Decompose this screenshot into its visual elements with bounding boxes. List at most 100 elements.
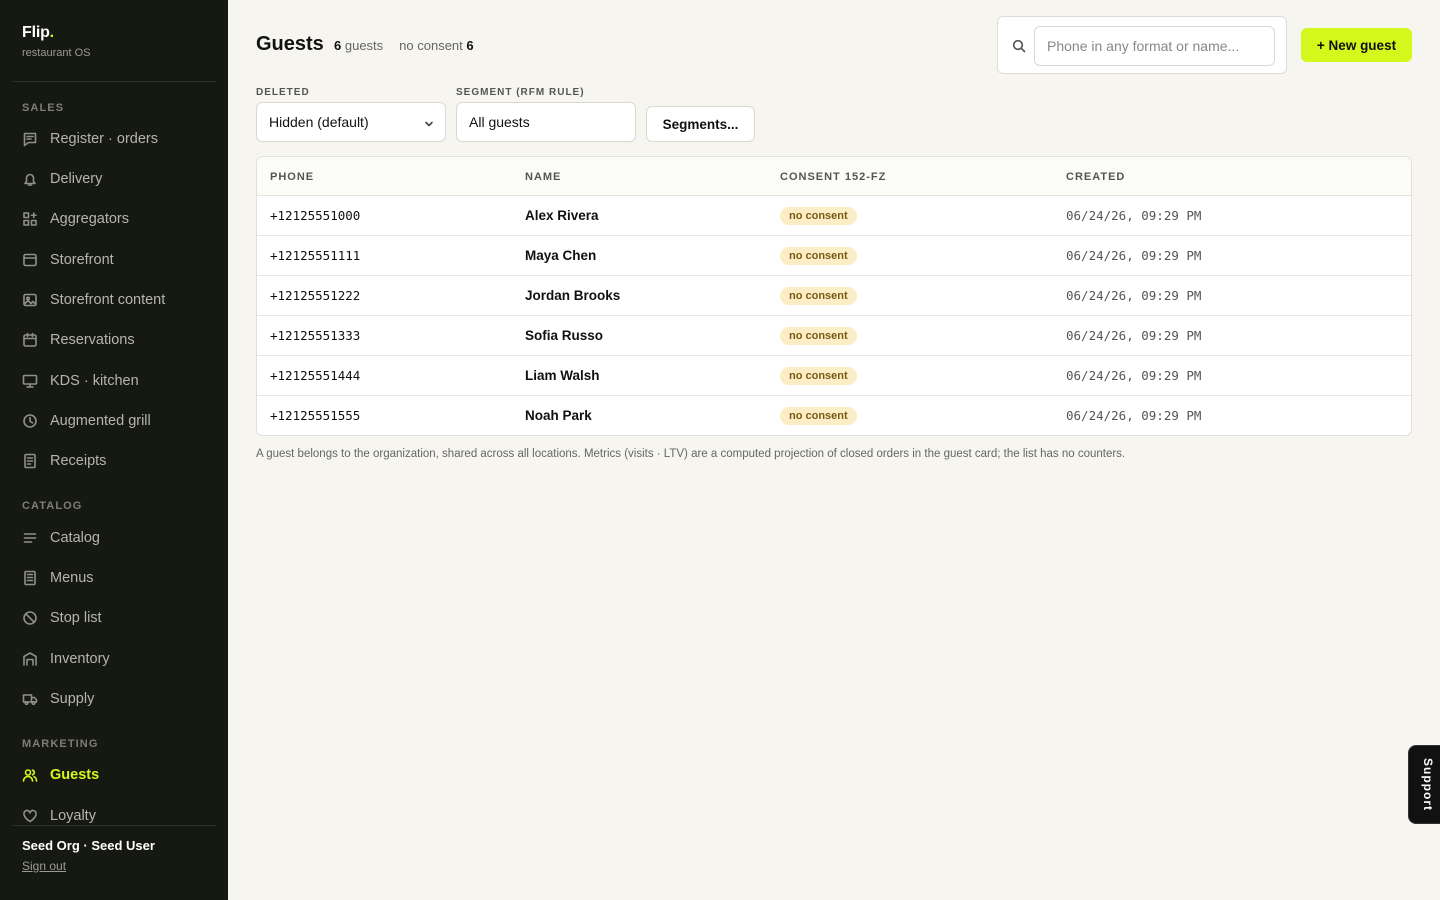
guest-name: Alex Rivera (525, 208, 599, 223)
brand-subtitle: restaurant OS (22, 47, 91, 59)
sidebar-item-label: Guests (50, 767, 100, 783)
guest-created: 06/24/26, 09:29 PM (1066, 248, 1202, 263)
sidebar-item-catalog[interactable]: Catalog (22, 526, 216, 550)
guest-count: 6 guests (334, 38, 384, 53)
clock-icon (22, 413, 38, 429)
sidebar-item-stop-list[interactable]: Stop list (22, 606, 216, 630)
table-row[interactable]: +12125551000 Alex Rivera no consent 06/2… (257, 196, 1411, 236)
sidebar-item-label: Inventory (50, 651, 110, 667)
sidebar-item-label: Augmented grill (50, 413, 151, 429)
bell-icon (22, 171, 38, 187)
sidebar-item-label: Stop list (50, 610, 102, 626)
guest-name: Noah Park (525, 408, 592, 423)
guest-name: Liam Walsh (525, 368, 600, 383)
guest-name: Sofia Russo (525, 328, 604, 343)
user-name: Seed Org · Seed User (22, 838, 155, 853)
segment-filter-value: All guests (469, 114, 530, 130)
page-title: Guests (256, 33, 324, 55)
sidebar-item-label: Supply (50, 691, 95, 707)
guest-phone: +12125551444 (270, 368, 361, 383)
guest-created: 06/24/26, 09:29 PM (1066, 288, 1202, 303)
window-icon (22, 252, 38, 268)
chevron-down-icon (423, 117, 435, 129)
brand: Flip. restaurant OS (22, 24, 90, 59)
sidebar-item-aggregators[interactable]: Aggregators (22, 207, 216, 231)
guest-phone: +12125551222 (270, 288, 361, 303)
sidebar-item-label: Storefront content (50, 292, 166, 308)
guest-phone: +12125551333 (270, 328, 361, 343)
guest-created: 06/24/26, 09:29 PM (1066, 368, 1202, 383)
image-icon (22, 292, 38, 308)
sidebar-item-label: Storefront (50, 252, 114, 268)
sidebar-item-reservations[interactable]: Reservations (22, 328, 216, 352)
sidebar-item-label: Loyalty (50, 808, 96, 824)
table-row[interactable]: +12125551333 Sofia Russo no consent 06/2… (257, 316, 1411, 356)
consent-badge: no consent (780, 247, 857, 265)
support-label: Support (1421, 758, 1435, 811)
sidebar-item-label: Menus (50, 570, 94, 586)
sidebar-item-register[interactable]: Register · orders (22, 127, 216, 151)
sidebar-item-receipts[interactable]: Receipts (22, 449, 216, 473)
sidebar-item-inventory[interactable]: Inventory (22, 647, 216, 671)
list-icon (22, 530, 38, 546)
sidebar-section-sales: SALES (22, 102, 65, 114)
consent-badge: no consent (780, 367, 857, 385)
segment-filter-label: SEGMENT (RFM RULE) (456, 87, 585, 98)
heart-icon (22, 808, 38, 824)
new-guest-button[interactable]: + New guest (1301, 28, 1412, 62)
guest-created: 06/24/26, 09:29 PM (1066, 328, 1202, 343)
sidebar-item-storefront[interactable]: Storefront (22, 248, 216, 272)
monitor-icon (22, 373, 38, 389)
sidebar-item-label: Aggregators (50, 211, 129, 227)
table-header: PHONE NAME CONSENT 152-FZ CREATED (257, 157, 1411, 196)
sidebar-item-guests[interactable]: Guests (22, 763, 216, 787)
consent-badge: no consent (780, 287, 857, 305)
column-header-consent[interactable]: CONSENT 152-FZ (780, 171, 886, 183)
guest-created: 06/24/26, 09:29 PM (1066, 408, 1202, 423)
sidebar-item-label: Register · orders (50, 131, 158, 147)
sidebar-item-label: Reservations (50, 332, 135, 348)
search-input[interactable] (1034, 26, 1275, 66)
table-row[interactable]: +12125551444 Liam Walsh no consent 06/24… (257, 356, 1411, 396)
guests-table: PHONE NAME CONSENT 152-FZ CREATED +12125… (256, 156, 1412, 436)
column-header-name[interactable]: NAME (525, 171, 561, 183)
table-footnote: A guest belongs to the organization, sha… (256, 448, 1126, 460)
document-icon (22, 453, 38, 469)
ban-icon (22, 610, 38, 626)
table-row[interactable]: +12125551222 Jordan Brooks no consent 06… (257, 276, 1411, 316)
sidebar-item-kds[interactable]: KDS · kitchen (22, 369, 216, 393)
segments-button[interactable]: Segments... (646, 106, 755, 142)
consent-badge: no consent (780, 207, 857, 225)
sidebar-section-catalog: CATALOG (22, 500, 83, 512)
sidebar-divider (12, 81, 216, 82)
guest-phone: +12125551111 (270, 248, 361, 263)
column-header-created[interactable]: CREATED (1066, 171, 1125, 183)
brand-logo[interactable]: Flip. (22, 24, 90, 42)
deleted-filter-select[interactable]: Hidden (default) (256, 102, 446, 142)
menu-book-icon (22, 570, 38, 586)
column-header-phone[interactable]: PHONE (270, 171, 314, 183)
table-row[interactable]: +12125551555 Noah Park no consent 06/24/… (257, 396, 1411, 435)
deleted-filter-label: DELETED (256, 87, 310, 98)
support-tab[interactable]: Support (1408, 745, 1440, 824)
sidebar-item-delivery[interactable]: Delivery (22, 167, 216, 191)
guest-created: 06/24/26, 09:29 PM (1066, 208, 1202, 223)
user-block: Seed Org · Seed User Sign out (22, 838, 155, 875)
sidebar-item-storefront-content[interactable]: Storefront content (22, 288, 216, 312)
consent-badge: no consent (780, 327, 857, 345)
sidebar-item-menus[interactable]: Menus (22, 566, 216, 590)
table-row[interactable]: +12125551111 Maya Chen no consent 06/24/… (257, 236, 1411, 276)
users-icon (22, 767, 38, 783)
sidebar-item-label: Catalog (50, 530, 100, 546)
calendar-icon (22, 332, 38, 348)
sidebar: Flip. restaurant OS SALES Register · ord… (0, 0, 228, 900)
guest-name: Maya Chen (525, 248, 597, 263)
warehouse-icon (22, 651, 38, 667)
search-box (997, 16, 1287, 74)
sign-out-link[interactable]: Sign out (22, 859, 66, 873)
sidebar-item-augmented-grill[interactable]: Augmented grill (22, 409, 216, 433)
sidebar-item-supply[interactable]: Supply (22, 687, 216, 711)
sidebar-item-label: KDS · kitchen (50, 373, 139, 389)
grid-plus-icon (22, 211, 38, 227)
segment-filter-select[interactable]: All guests (456, 102, 636, 142)
